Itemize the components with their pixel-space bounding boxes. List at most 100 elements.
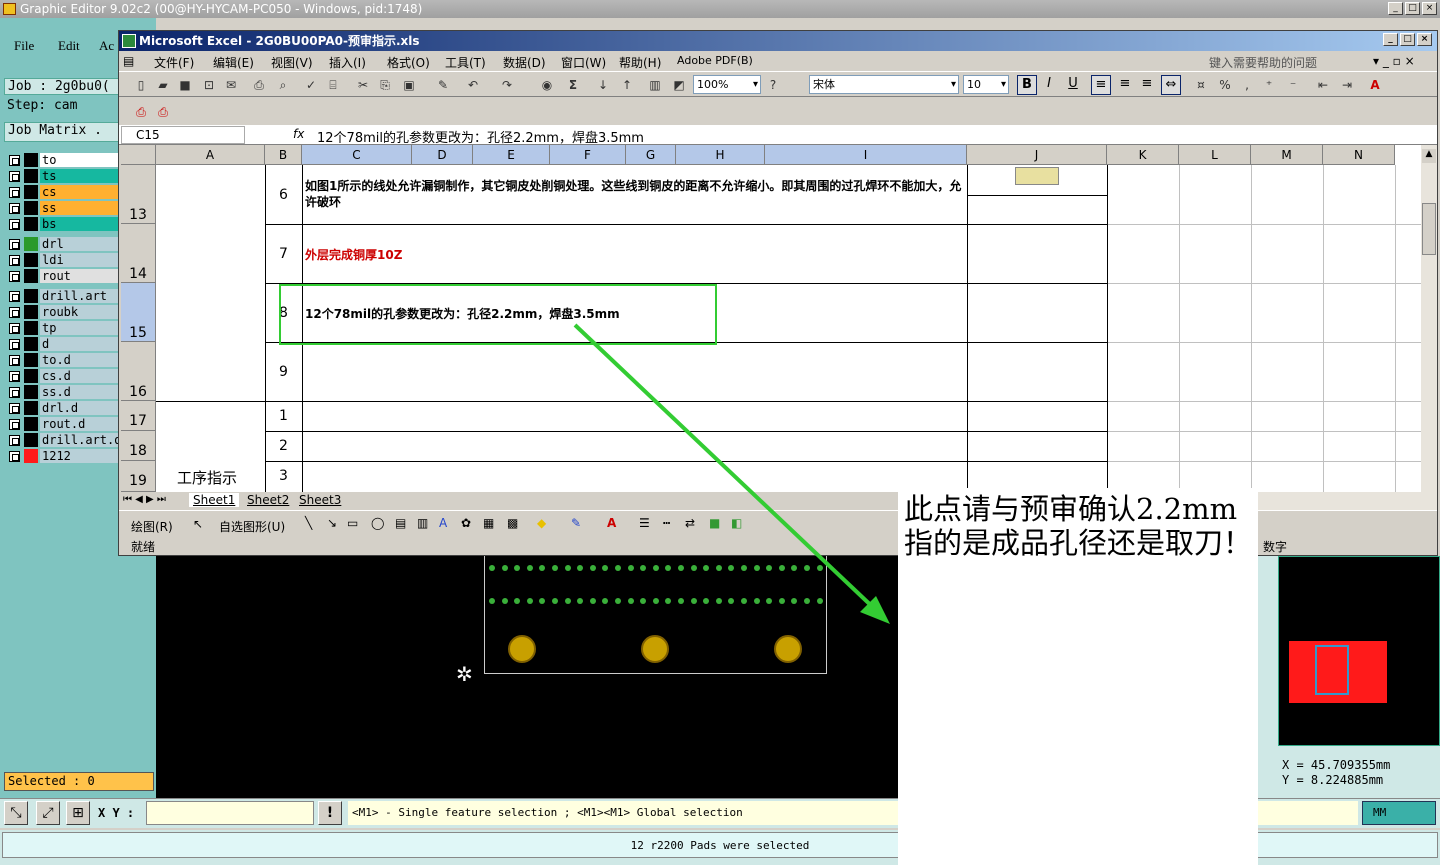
layer-checkbox[interactable] xyxy=(9,170,20,182)
cell-b17[interactable]: 1 xyxy=(265,408,302,424)
3d-icon[interactable]: ◧ xyxy=(731,516,742,530)
col-header-l[interactable]: L xyxy=(1179,145,1251,165)
col-header-b[interactable]: B xyxy=(265,145,302,165)
new-icon[interactable]: ▯ xyxy=(133,77,149,93)
redo-icon[interactable]: ↷ xyxy=(499,77,515,93)
picture-icon[interactable]: ▩ xyxy=(507,516,518,530)
fill-color-icon[interactable]: ◆ xyxy=(537,516,546,530)
font-size-select[interactable]: 10 xyxy=(963,75,1009,94)
select-all-corner[interactable] xyxy=(121,145,156,165)
print-icon[interactable]: ⎙ xyxy=(251,77,267,93)
layer-checkbox[interactable] xyxy=(9,434,20,446)
diagram-icon[interactable]: ✿ xyxy=(461,516,471,530)
layer-checkbox[interactable] xyxy=(9,202,20,214)
drill-pad[interactable] xyxy=(508,635,536,663)
menu-edit[interactable]: Edit xyxy=(58,38,80,54)
spreadsheet-grid[interactable]: A B C D E F G H I J K L M N 13 14 15 16 … xyxy=(121,145,1421,492)
grid-icon[interactable]: ⊞ xyxy=(66,801,90,825)
layer-checkbox[interactable] xyxy=(9,386,20,398)
pad-dot[interactable] xyxy=(615,598,621,604)
xy-input[interactable] xyxy=(146,801,314,825)
units-select[interactable]: MM xyxy=(1362,801,1436,825)
line-style-icon[interactable]: ☰ xyxy=(639,516,650,530)
pad-dot[interactable] xyxy=(564,565,571,571)
align-right-icon[interactable]: ≡ xyxy=(1137,75,1157,95)
menu-window[interactable]: 窗口(W) xyxy=(561,54,606,71)
excel-maximize-button[interactable]: □ xyxy=(1400,33,1415,46)
comma-icon[interactable]: , xyxy=(1239,77,1255,93)
pad-dot[interactable] xyxy=(501,598,508,604)
drill-pad[interactable] xyxy=(641,635,669,663)
menu-file[interactable]: File xyxy=(14,38,34,54)
wordart-icon[interactable]: A xyxy=(439,516,447,530)
arrow-style-icon[interactable]: ⇄ xyxy=(685,516,695,530)
undo-icon[interactable]: ↶ xyxy=(465,77,481,93)
layer-checkbox[interactable] xyxy=(9,450,20,462)
layer-checkbox[interactable] xyxy=(9,254,20,266)
clipart-icon[interactable]: ▦ xyxy=(483,516,494,530)
underline-button[interactable]: U xyxy=(1063,75,1083,95)
minimap-view-box[interactable] xyxy=(1315,645,1349,695)
cell-c13[interactable]: 如图1所示的线处允许漏铜制作，其它铜皮处削铜处理。这些线到铜皮的距离不允许缩小。… xyxy=(305,178,965,210)
tab-sheet2[interactable]: Sheet2 xyxy=(243,493,293,507)
tab-sheet3[interactable]: Sheet3 xyxy=(295,493,345,507)
font-select[interactable]: 宋体 xyxy=(809,75,959,94)
name-box[interactable]: C15 xyxy=(121,126,245,144)
menu-edit[interactable]: 编辑(E) xyxy=(213,54,254,71)
pad-dot[interactable] xyxy=(652,598,659,604)
cell-b16[interactable]: 9 xyxy=(265,364,302,380)
textbox-icon[interactable]: ▤ xyxy=(395,516,406,530)
row-header-13[interactable]: 13 xyxy=(121,165,156,224)
cell-b13[interactable]: 6 xyxy=(265,187,302,203)
drill-pad[interactable] xyxy=(774,635,802,663)
row-header-16[interactable]: 16 xyxy=(121,342,156,401)
layer-checkbox[interactable] xyxy=(9,370,20,382)
pad-dot[interactable] xyxy=(678,565,684,571)
menu-file[interactable]: 文件(F) xyxy=(154,54,194,71)
graphic-canvas[interactable]: ✲ xyxy=(156,556,898,798)
pad-dot[interactable] xyxy=(678,598,684,604)
pad-dot[interactable] xyxy=(778,598,785,604)
row-header-14[interactable]: 14 xyxy=(121,224,156,283)
layer-checkbox[interactable] xyxy=(9,238,20,250)
tab-nav-icon[interactable]: ⏮ ◀ ▶ ⏭ xyxy=(123,494,166,505)
pad-dot[interactable] xyxy=(690,598,697,604)
draw-menu[interactable]: 绘图(R) xyxy=(131,518,173,535)
col-header-c[interactable]: C xyxy=(302,145,412,165)
line-color-icon[interactable]: ✎ xyxy=(571,516,581,530)
maximize-button[interactable]: □ xyxy=(1405,2,1420,15)
cell-a19[interactable]: 工序指示 xyxy=(177,467,237,488)
layer-checkbox[interactable] xyxy=(9,322,20,334)
layer-checkbox[interactable] xyxy=(9,306,20,318)
menu-help[interactable]: 帮助(H) xyxy=(619,54,661,71)
col-header-a[interactable]: A xyxy=(156,145,265,165)
pdf-convert-icon[interactable]: ⎙ xyxy=(133,104,149,120)
tab-sheet1[interactable]: Sheet1 xyxy=(189,493,240,507)
pad-dot[interactable] xyxy=(778,565,785,571)
hyperlink-icon[interactable]: ◉ xyxy=(539,77,555,93)
pad-dot[interactable] xyxy=(816,598,823,604)
open-icon[interactable]: ▰ xyxy=(155,77,171,93)
pad-dot[interactable] xyxy=(564,598,571,604)
font-color-draw-icon[interactable]: A xyxy=(607,516,616,530)
percent-icon[interactable]: % xyxy=(1217,77,1233,93)
pad-dot[interactable] xyxy=(589,565,596,571)
help-search-box[interactable]: 键入需要帮助的问题 xyxy=(1209,54,1317,71)
print-preview-icon[interactable]: ⌕ xyxy=(275,77,291,93)
merge-center-icon[interactable]: ⇔ xyxy=(1161,75,1181,95)
decrease-decimal-icon[interactable]: ⁻ xyxy=(1285,77,1301,93)
excel-close-button[interactable]: × xyxy=(1417,33,1432,46)
cut-icon[interactable]: ✂ xyxy=(355,77,371,93)
col-header-g[interactable]: G xyxy=(626,145,676,165)
pad-dot[interactable] xyxy=(552,565,558,571)
sort-asc-icon[interactable]: ↓ xyxy=(595,77,611,93)
decrease-indent-icon[interactable]: ⇤ xyxy=(1315,77,1331,93)
pad-dot[interactable] xyxy=(753,565,760,571)
cell-b19[interactable]: 3 xyxy=(265,468,302,484)
format-painter-icon[interactable]: ✎ xyxy=(435,77,451,93)
col-header-e[interactable]: E xyxy=(473,145,550,165)
col-header-m[interactable]: M xyxy=(1251,145,1323,165)
menu-adobe-pdf[interactable]: Adobe PDF(B) xyxy=(677,54,753,67)
doc-minimize-icon[interactable]: ▾ _ ▫ × xyxy=(1373,54,1415,68)
vertical-scrollbar[interactable]: ▲ xyxy=(1421,145,1437,492)
